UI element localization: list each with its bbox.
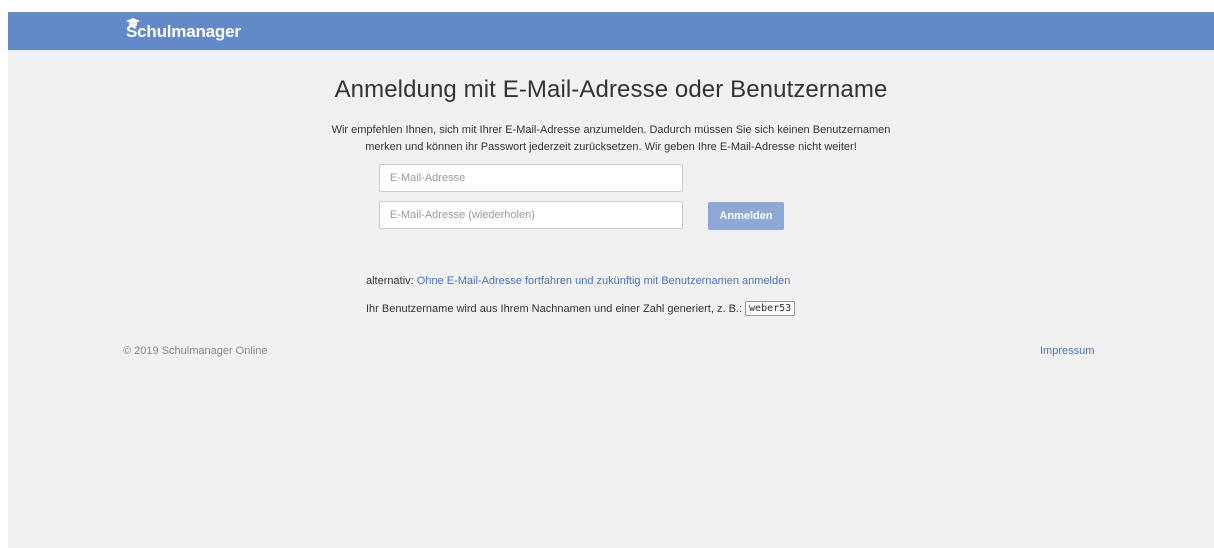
alternative-prefix: alternativ: [366,275,414,287]
page-title: Anmeldung mit E-Mail-Adresse oder Benutz… [334,76,888,103]
intro-text: Wir empfehlen Ihnen, sich mit Ihrer E-Ma… [8,122,1214,156]
alternative-line: alternativ: Ohne E-Mail-Adresse fortfahr… [366,275,790,287]
email-repeat-input[interactable] [379,201,683,229]
intro-line-2: merken und können ihr Passwort jederzeit… [365,141,857,153]
impressum-link[interactable]: Impressum [1040,345,1094,357]
brand-name: Schulmanager [126,22,241,41]
page-frame: Schulmanager Anmeldung mit E-Mail-Adress… [8,12,1214,548]
brand-logo-link[interactable]: Schulmanager [126,18,241,42]
login-button[interactable]: Anmelden [708,202,784,230]
email-input[interactable] [379,164,683,192]
username-example: weber53 [745,301,796,316]
graduation-cap-icon [126,18,140,27]
top-navbar: Schulmanager [8,12,1214,50]
username-hint-line: Ihr Benutzername wird aus Ihrem Nachname… [366,301,796,316]
copyright-text: © 2019 Schulmanager Online [123,345,268,357]
intro-line-1: Wir empfehlen Ihnen, sich mit Ihrer E-Ma… [331,124,891,136]
username-hint-text: Ihr Benutzername wird aus Ihrem Nachname… [366,302,743,315]
continue-without-email-link[interactable]: Ohne E-Mail-Adresse fortfahren und zukün… [417,275,791,287]
